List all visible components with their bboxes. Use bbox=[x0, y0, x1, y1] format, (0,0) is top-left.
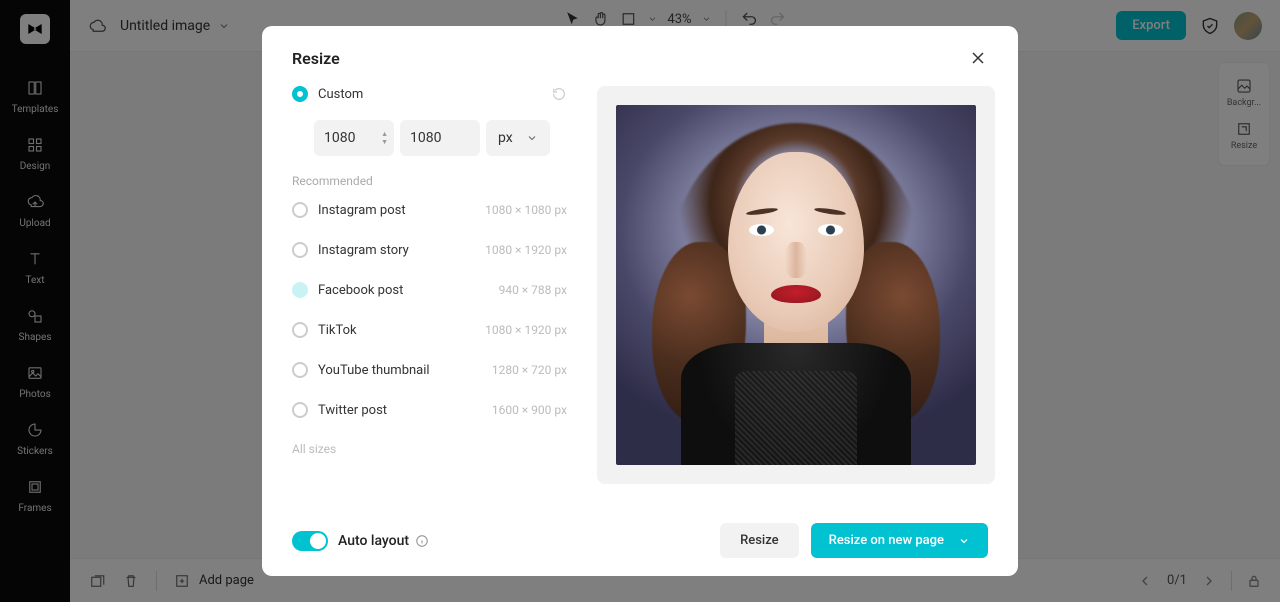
preview-box bbox=[597, 86, 995, 484]
preset-instagram-post[interactable]: Instagram post1080 × 1080 px bbox=[292, 202, 567, 218]
reset-icon[interactable] bbox=[551, 86, 567, 102]
radio-selected-icon bbox=[292, 86, 308, 102]
recommended-label: Recommended bbox=[292, 174, 567, 188]
all-sizes-link[interactable]: All sizes bbox=[292, 442, 567, 456]
modal-title: Resize bbox=[292, 49, 340, 68]
stepper-icon[interactable]: ▲▼ bbox=[381, 130, 388, 146]
radio-icon bbox=[292, 202, 308, 218]
info-icon[interactable] bbox=[415, 534, 429, 548]
resize-new-page-button[interactable]: Resize on new page bbox=[811, 523, 988, 558]
radio-icon bbox=[292, 402, 308, 418]
close-icon[interactable] bbox=[968, 48, 988, 68]
preview-image bbox=[616, 105, 976, 465]
height-input[interactable]: 1080 bbox=[400, 120, 480, 156]
radio-icon bbox=[292, 362, 308, 378]
chevron-down-icon bbox=[958, 535, 970, 547]
preset-tiktok[interactable]: TikTok1080 × 1920 px bbox=[292, 322, 567, 338]
preset-instagram-story[interactable]: Instagram story1080 × 1920 px bbox=[292, 242, 567, 258]
resize-options: Custom 1080▲▼ 1080 px Recommended Instag… bbox=[292, 86, 567, 509]
preset-twitter-post[interactable]: Twitter post1600 × 900 px bbox=[292, 402, 567, 418]
auto-layout-label: Auto layout bbox=[338, 533, 429, 549]
radio-icon bbox=[292, 322, 308, 338]
custom-option[interactable]: Custom bbox=[292, 86, 567, 102]
width-input[interactable]: 1080▲▼ bbox=[314, 120, 394, 156]
resize-button[interactable]: Resize bbox=[720, 523, 799, 558]
radio-icon bbox=[292, 282, 308, 298]
auto-layout-toggle[interactable] bbox=[292, 531, 328, 551]
preset-facebook-post[interactable]: Facebook post940 × 788 px bbox=[292, 282, 567, 298]
radio-icon bbox=[292, 242, 308, 258]
chevron-down-icon bbox=[526, 132, 538, 144]
resize-modal: Resize Custom 1080▲▼ 1080 px Recommended… bbox=[262, 26, 1018, 576]
preset-youtube-thumbnail[interactable]: YouTube thumbnail1280 × 720 px bbox=[292, 362, 567, 378]
unit-select[interactable]: px bbox=[486, 120, 550, 156]
